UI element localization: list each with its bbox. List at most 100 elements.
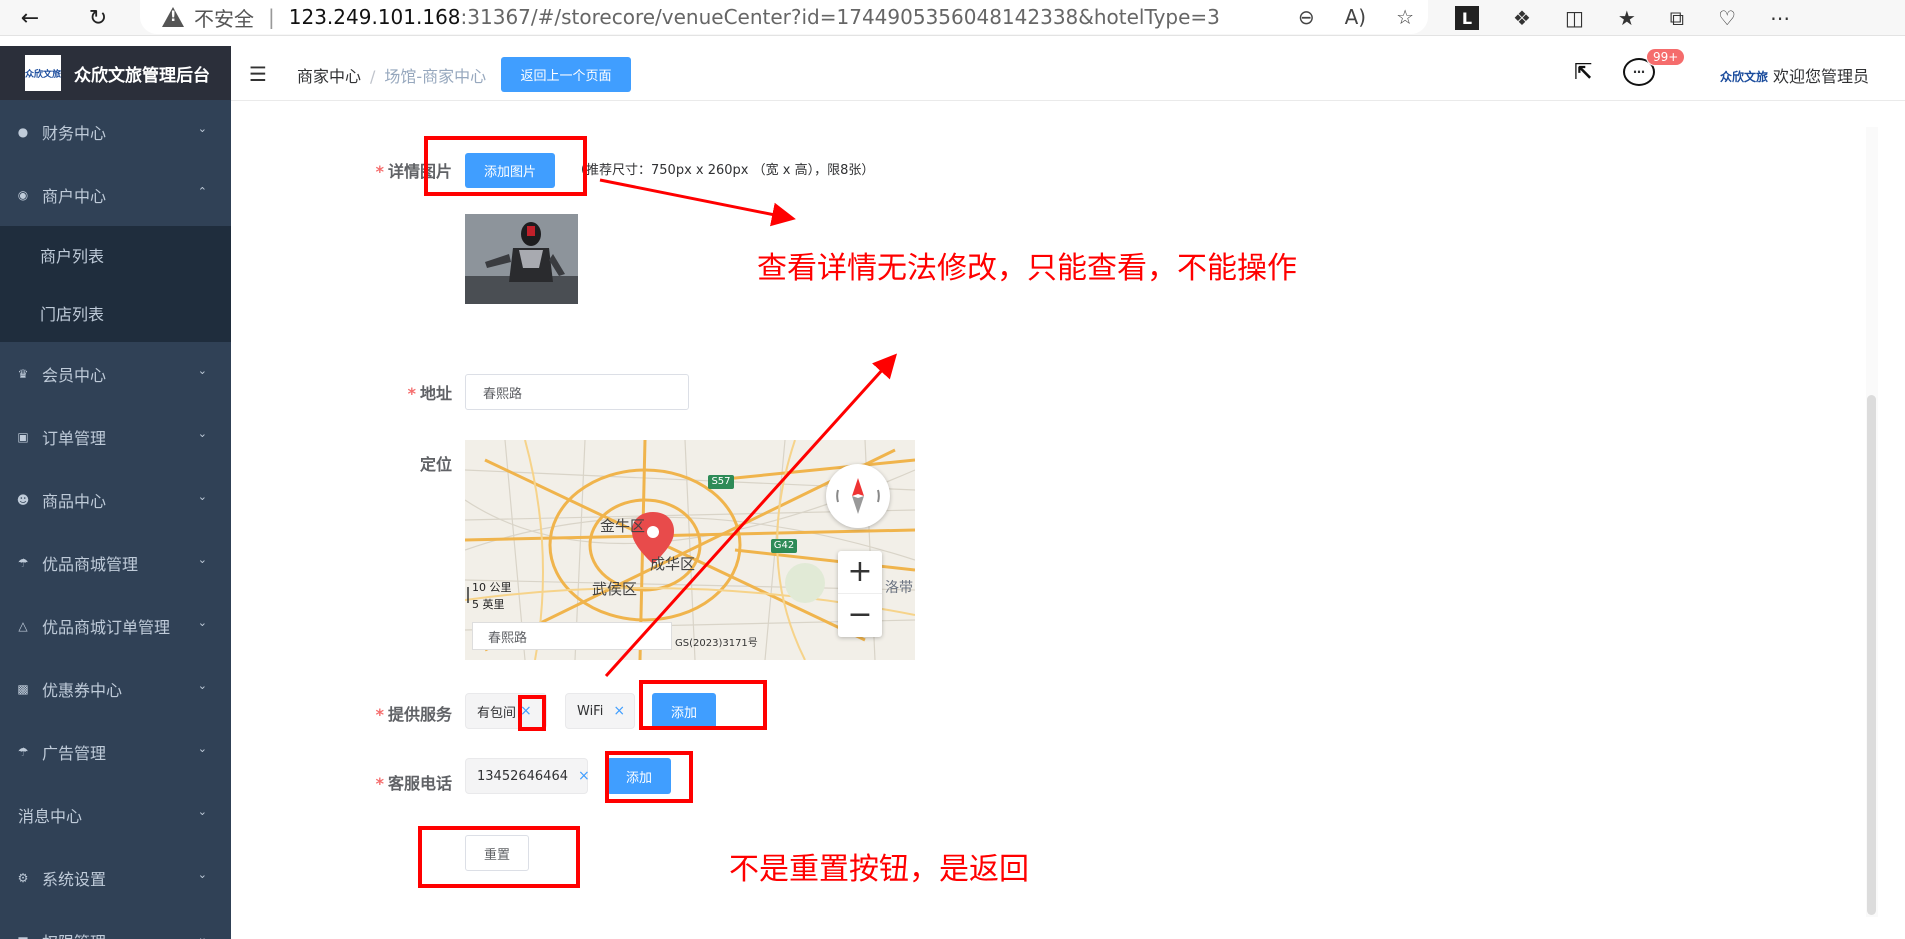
location-label: 定位 (419, 455, 452, 474)
map-scale-km: 10 公里 (472, 581, 512, 594)
back-arrow-icon[interactable]: ← (12, 0, 48, 36)
breadcrumb-item-current: 场馆-商家中心 (384, 67, 487, 86)
fullscreen-icon[interactable]: ⇱ (1574, 60, 1592, 85)
annotation-box-add-service (639, 680, 767, 730)
chevron-down-icon: ⌄ (197, 742, 207, 755)
sidebar-item-label: 优惠券中心 (42, 680, 123, 700)
chevron-down-icon: ⌄ (197, 931, 207, 939)
map-district-jinniu: 金牛区 (600, 517, 646, 535)
annotation-box-add-image (424, 136, 587, 196)
sidebar-item-coupons[interactable]: ▩ 优惠券中心 ⌄ (0, 657, 231, 720)
avatar-logo-text: 众欣文旅 (1720, 70, 1769, 84)
more-menu-icon[interactable]: ⋯ (1770, 6, 1790, 30)
back-to-previous-button[interactable]: 返回上一个页面 (501, 57, 631, 92)
sidebar-item-member-center[interactable]: ♛ 会员中心 ⌄ (0, 342, 231, 405)
address-label-text: 地址 (419, 384, 452, 403)
chevron-down-icon: ⌄ (197, 805, 207, 818)
umbrella-icon: ☂ (17, 744, 29, 759)
app-logo-text: 众欣文旅 (25, 69, 62, 80)
address-input[interactable]: 春熙路 (465, 374, 689, 410)
map-copyright: GS(2023)3171号 (675, 638, 758, 649)
sidebar-subitem-store-list[interactable]: 门店列表 (0, 284, 231, 342)
map-zoom-in-button[interactable]: + (838, 551, 882, 594)
chevron-down-icon: ⌄ (197, 490, 207, 503)
crown-icon: ♛ (17, 366, 29, 381)
chevron-down-icon: ⌄ (197, 553, 207, 566)
sidebar-item-label: 门店列表 (40, 305, 105, 324)
sidebar-item-label: 系统设置 (42, 869, 107, 889)
welcome-text[interactable]: 欢迎您管理员 (1773, 63, 1869, 87)
service-tag-text: WiFi (577, 703, 604, 719)
sidebar-item-messages[interactable]: 消息中心 ⌄ (0, 783, 231, 846)
sidebar-item-orders[interactable]: ▣ 订单管理 ⌄ (0, 405, 231, 468)
sidebar-item-settings[interactable]: ⚙ 系统设置 ⌄ (0, 846, 231, 909)
money-bag-icon: ● (17, 124, 29, 139)
sidebar-item-products[interactable]: ☻ 商品中心 ⌄ (0, 468, 231, 531)
map-compass[interactable] (826, 464, 890, 528)
map-place-luodai: 洛带 (885, 580, 913, 596)
gear-icon: ⚙ (17, 870, 29, 885)
chevron-down-icon: ⌄ (197, 868, 207, 881)
map-scale-miles: 5 英里 (472, 598, 505, 611)
breadcrumb-item-merchant-center[interactable]: 商家中心 (297, 67, 361, 86)
chevron-down-icon: ⌄ (197, 427, 207, 440)
annotation-box-reset (418, 826, 580, 888)
split-screen-icon[interactable]: ◫ (1565, 6, 1584, 30)
phone-label-text: 客服电话 (387, 774, 452, 793)
chevron-down-icon: ⌄ (197, 364, 207, 377)
chevron-down-icon: ⌄ (197, 616, 207, 629)
sidebar-item-label: 会员中心 (42, 365, 107, 385)
sidebar-subitem-merchant-list[interactable]: 商户列表 (0, 226, 231, 284)
merchant-icon: ◉ (17, 187, 29, 202)
phone-tag-text: 13452646464 (477, 768, 568, 784)
services-label-text: 提供服务 (387, 705, 452, 724)
phone-tag: 13452646464 × (465, 758, 590, 794)
detail-image-thumbnail[interactable] (465, 214, 578, 304)
address-bar[interactable]: 不安全 | 123.249.101.168:31367/#/storecore/… (140, 0, 1428, 34)
map-zoom-out-button[interactable]: − (838, 594, 882, 637)
clipboard-icon: ▣ (17, 429, 29, 444)
sidebar-item-permissions[interactable]: ■ 权限管理 ⌄ (0, 909, 231, 939)
sidebar-item-finance[interactable]: ● 财务中心 ⌄ (0, 100, 231, 163)
sidebar-item-mall-orders[interactable]: △ 优品商城订单管理 ⌄ (0, 594, 231, 657)
avatar[interactable]: 众欣文旅 (1720, 68, 1768, 85)
map-district-wuhou: 武侯区 (592, 580, 638, 598)
map-search-input[interactable]: 春熙路 (472, 622, 672, 650)
chevron-up-icon: ⌃ (197, 185, 207, 198)
sidebar-item-label: 订单管理 (42, 428, 107, 448)
extension-l-icon[interactable]: L (1455, 6, 1479, 30)
collections-icon[interactable]: ⧉ (1670, 6, 1684, 30)
favorite-star-icon[interactable]: ☆ (1396, 5, 1414, 29)
sidebar-item-label: 权限管理 (42, 929, 106, 939)
annotation-box-tag-close (518, 695, 546, 731)
sidebar-logo-row: 众欣文旅 众欣文旅管理后台 (0, 46, 231, 100)
health-heart-icon[interactable]: ♡ (1718, 6, 1736, 30)
scrollbar-thumb[interactable] (1867, 395, 1876, 915)
top-header: ☰ 商家中心 / 场馆-商家中心 返回上一个页面 ⇱ … 99+ 众欣文旅 欢迎您管… (231, 46, 1905, 101)
zoom-out-icon[interactable]: ⊖ (1298, 5, 1315, 29)
sidebar-item-label: 商品中心 (42, 491, 107, 511)
close-icon[interactable]: × (613, 703, 625, 719)
sidebar-item-label: 财务中心 (42, 123, 107, 143)
annotation-note-reset-is-back: 不是重置按钮，是返回 (729, 852, 1029, 887)
ticket-icon: ▩ (17, 681, 29, 696)
menu-toggle-icon[interactable]: ☰ (249, 62, 267, 86)
app-title: 众欣文旅管理后台 (74, 65, 210, 86)
sidebar-item-label: 消息中心 (18, 806, 83, 826)
map-district-chenghua: 成华区 (650, 555, 696, 573)
puzzle-extensions-icon[interactable]: ❖ (1513, 6, 1531, 30)
lock-icon: ■ (16, 934, 30, 939)
sidebar-item-merchant-center[interactable]: ◉ 商户中心 ⌃ (0, 163, 231, 226)
close-icon[interactable]: × (578, 768, 590, 784)
url-path: :31367/#/storecore/venueCenter?id=174490… (460, 5, 1220, 29)
phone-label: * 客服电话 (375, 774, 452, 793)
refresh-icon[interactable]: ↻ (80, 0, 116, 36)
product-icon: ☻ (16, 492, 30, 507)
service-tag: WiFi × (565, 693, 635, 729)
sidebar-item-mall-management[interactable]: ☂ 优品商城管理 ⌄ (0, 531, 231, 594)
favorites-list-icon[interactable]: ★ (1618, 6, 1636, 30)
sidebar-item-ads[interactable]: ☂ 广告管理 ⌄ (0, 720, 231, 783)
read-aloud-icon[interactable]: A) (1345, 5, 1366, 29)
sidebar-item-label: 商户中心 (42, 186, 107, 206)
bell-icon: △ (18, 618, 28, 633)
